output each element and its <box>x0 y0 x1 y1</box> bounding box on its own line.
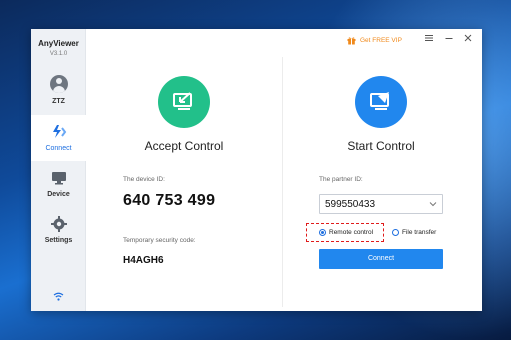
get-vip-button[interactable]: Get FREE VIP <box>347 34 402 46</box>
sidebar: AnyViewer V3.1.0 ZTZ Connect Device Sett… <box>31 29 86 311</box>
app-version: V3.1.0 <box>49 51 68 57</box>
close-icon[interactable] <box>463 33 473 43</box>
sidebar-item-device[interactable]: Device <box>31 161 86 207</box>
file-transfer-option[interactable]: File transfer <box>392 229 436 236</box>
sidebar-item-label: Device <box>47 191 70 198</box>
security-code-value: H4AGH6 <box>123 255 164 266</box>
sidebar-item-label: Settings <box>44 237 73 244</box>
start-control-icon <box>370 92 389 110</box>
gear-icon <box>51 216 67 232</box>
minimize-icon[interactable] <box>444 33 454 43</box>
sidebar-item-label: Connect <box>45 145 72 152</box>
start-control-title: Start Control <box>347 139 415 153</box>
connect-button[interactable]: Connect <box>319 249 443 269</box>
user-name: ZTZ <box>52 98 65 105</box>
app-name: AnyViewer <box>38 39 79 48</box>
file-transfer-label: File transfer <box>402 229 437 236</box>
gift-icon <box>347 36 356 44</box>
device-id-label: The device ID: <box>123 176 165 183</box>
get-vip-label: Get FREE VIP <box>360 36 402 44</box>
chevron-down-icon[interactable] <box>429 201 437 207</box>
partner-id-value: 599550433 <box>325 199 376 210</box>
file-transfer-radio[interactable] <box>392 229 399 236</box>
monitor-icon <box>52 172 66 185</box>
device-id-value: 640 753 499 <box>123 192 216 209</box>
remote-control-radio[interactable] <box>319 229 326 236</box>
anyviewer-window: AnyViewer V3.1.0 ZTZ Connect Device Sett… <box>31 29 482 311</box>
accept-control-badge <box>158 76 210 128</box>
start-control-badge <box>355 76 407 128</box>
remote-control-label: Remote control <box>329 229 374 236</box>
accept-control-title: Accept Control <box>144 139 224 153</box>
sidebar-item-settings[interactable]: Settings <box>31 207 86 253</box>
security-code-label: Temporary security code: <box>123 237 196 244</box>
remote-control-option[interactable]: Remote control <box>319 229 373 236</box>
panel-divider <box>282 57 283 307</box>
wifi-icon <box>53 292 64 301</box>
sidebar-item-connect[interactable]: Connect <box>31 115 86 161</box>
connect-icon <box>53 125 67 138</box>
accept-control-icon <box>173 92 192 110</box>
avatar[interactable] <box>50 75 68 93</box>
partner-id-label: The partner ID: <box>319 176 363 183</box>
partner-id-select[interactable]: 599550433 <box>319 194 443 214</box>
menu-icon[interactable] <box>424 33 434 43</box>
